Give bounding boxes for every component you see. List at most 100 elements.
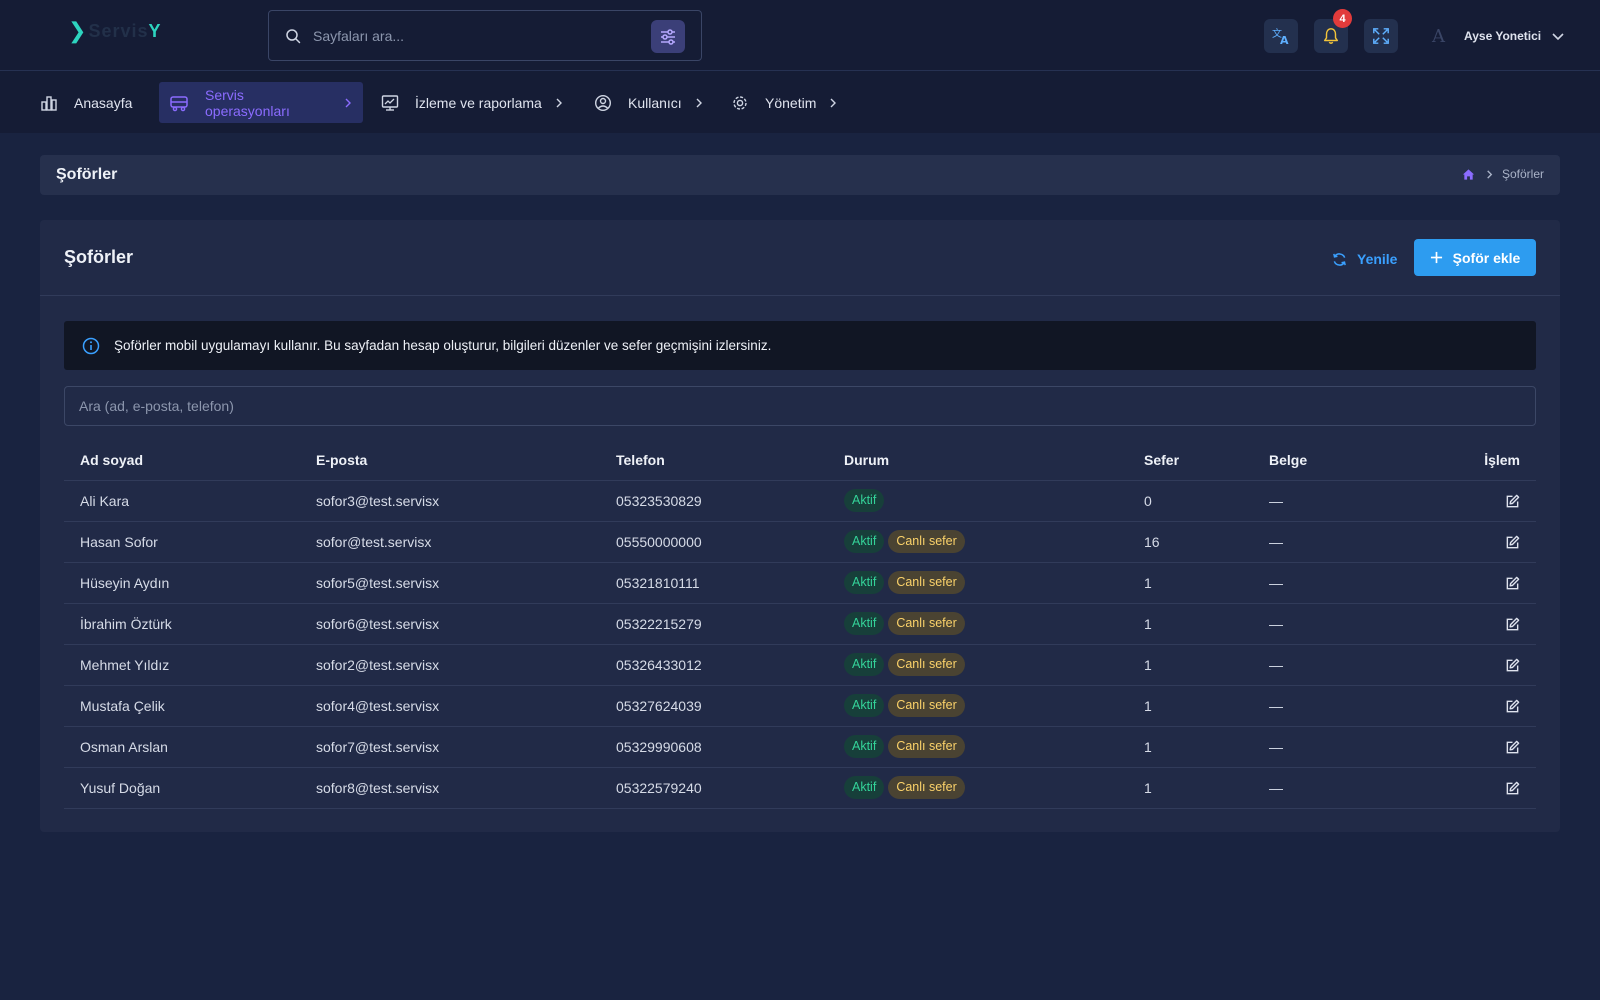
cell-trips: 1 (1128, 767, 1253, 809)
page-header: Şoförler Şoförler (40, 155, 1560, 195)
nav-label: Anasayfa (74, 94, 133, 111)
cell-email: sofor3@test.servisx (300, 480, 600, 522)
notifications-button[interactable]: 4 (1314, 9, 1352, 53)
cell-phone: 05322215279 (600, 603, 828, 645)
table-row[interactable]: Mustafa Çelik sofor4@test.servisx 05327624… (64, 685, 1536, 727)
gear-icon (733, 95, 747, 110)
info-text: Şoförler mobil uygulamayı kullanır. Bu s… (114, 338, 772, 353)
table-row[interactable]: Yusuf Doğan sofor8@test.servisx 0532257924… (64, 767, 1536, 809)
table-row[interactable]: Mehmet Yıldız sofor2@test.servisx 05326433… (64, 644, 1536, 686)
cell-name: Mustafa Çelik (64, 685, 300, 727)
cell-status: Aktif Canlı sefer (828, 726, 1128, 768)
global-search-input[interactable] (313, 27, 633, 44)
edit-icon[interactable] (1505, 576, 1520, 591)
cell-action (1423, 603, 1536, 645)
table-row[interactable]: Ali Kara sofor3@test.servisx 05323530829 Ak… (64, 480, 1536, 522)
status-badge-active: Aktif (844, 653, 885, 676)
column-header-action: İşlem (1423, 440, 1536, 481)
bar-chart-icon (41, 95, 57, 111)
cell-email: sofor6@test.servisx (300, 603, 600, 645)
chevron-down-icon (1552, 33, 1564, 41)
translate-icon: 文 A (1272, 27, 1289, 46)
avatar: A (1432, 25, 1445, 47)
cell-document: — (1253, 480, 1423, 522)
edit-icon[interactable] (1505, 781, 1520, 796)
cell-email: sofor7@test.servisx (300, 726, 600, 768)
add-driver-button[interactable]: Şoför ekle (1414, 239, 1536, 276)
status-badge-active: Aktif (844, 530, 885, 553)
cell-name: Ali Kara (64, 480, 300, 522)
cell-document: — (1253, 562, 1423, 604)
cell-trips: 1 (1128, 644, 1253, 686)
chevron-right-icon (556, 98, 562, 107)
chevron-right-icon (830, 98, 837, 107)
cell-trips: 16 (1128, 521, 1253, 563)
cell-trips: 1 (1128, 685, 1253, 727)
cell-email: sofor8@test.servisx (300, 767, 600, 809)
status-badge-active: Aktif (844, 571, 885, 594)
cell-phone: 05322579240 (600, 767, 828, 809)
column-header-phone[interactable]: Telefon (600, 440, 828, 481)
cell-status: Aktif Canlı sefer (828, 767, 1128, 809)
app-logo[interactable]: ❯ Servis Y (68, 16, 188, 46)
language-button[interactable]: 文 A (1264, 19, 1298, 53)
cell-action (1423, 562, 1536, 604)
cell-action (1423, 521, 1536, 563)
nav-item-home[interactable]: Anasayfa (30, 82, 142, 123)
chevron-right-icon (345, 98, 351, 107)
edit-icon[interactable] (1505, 494, 1520, 509)
table-row[interactable]: Hasan Sofor sofor@test.servisx 05550000000… (64, 521, 1536, 563)
table-search (64, 386, 1536, 426)
home-icon[interactable] (1462, 168, 1475, 181)
table-row[interactable]: İbrahim Öztürk sofor6@test.servisx 0532221… (64, 603, 1536, 645)
status-badge-live-trip: Canlı sefer (888, 612, 965, 635)
cell-email: sofor4@test.servisx (300, 685, 600, 727)
search-filter-button[interactable] (651, 20, 685, 53)
column-header-status[interactable]: Durum (828, 440, 1128, 481)
bus-icon (170, 95, 188, 111)
cell-phone: 05550000000 (600, 521, 828, 563)
edit-icon[interactable] (1505, 740, 1520, 755)
cell-trips: 0 (1128, 480, 1253, 522)
column-header-document[interactable]: Belge (1253, 440, 1423, 481)
status-badge-active: Aktif (844, 694, 885, 717)
info-icon (82, 337, 100, 354)
nav-item-service-operations[interactable]: Servis operasyonları (159, 82, 363, 123)
cell-name: İbrahim Öztürk (64, 603, 300, 645)
user-circle-icon (594, 94, 612, 111)
cell-action (1423, 644, 1536, 686)
cell-status: Aktif Canlı sefer (828, 521, 1128, 563)
edit-icon[interactable] (1505, 658, 1520, 673)
nav-item-management[interactable]: Yönetim (721, 82, 848, 123)
column-header-email[interactable]: E-posta (300, 440, 600, 481)
svg-text:A: A (1280, 34, 1289, 46)
refresh-button[interactable]: Yenile (1332, 244, 1397, 274)
table-row[interactable]: Hüseyin Aydın sofor5@test.servisx 05321810… (64, 562, 1536, 604)
cell-document: — (1253, 644, 1423, 686)
nav-item-monitoring[interactable]: İzleme ve raporlama (371, 82, 574, 123)
notification-count-badge: 4 (1333, 9, 1352, 28)
status-badge-live-trip: Canlı sefer (888, 735, 965, 758)
sliders-icon (661, 28, 675, 45)
search-icon (286, 28, 301, 43)
card-title: Şoförler (64, 247, 134, 267)
fullscreen-button[interactable] (1364, 19, 1398, 53)
edit-icon[interactable] (1505, 535, 1520, 550)
edit-icon[interactable] (1505, 699, 1520, 714)
column-header-name[interactable]: Ad soyad (64, 440, 300, 481)
driver-search-input[interactable] (79, 398, 1479, 414)
cell-trips: 1 (1128, 562, 1253, 604)
info-alert: Şoförler mobil uygulamayı kullanır. Bu s… (64, 321, 1536, 370)
column-header-trips[interactable]: Sefer (1128, 440, 1253, 481)
cell-status: Aktif Canlı sefer (828, 562, 1128, 604)
user-menu[interactable]: A Ayse Yonetici (1432, 25, 1565, 47)
nav-label: İzleme ve raporlama (415, 94, 542, 111)
nav-item-user[interactable]: Kullanıcı (584, 82, 714, 123)
cell-document: — (1253, 767, 1423, 809)
global-search (268, 10, 702, 61)
breadcrumb: Şoförler (1462, 167, 1544, 181)
edit-icon[interactable] (1505, 617, 1520, 632)
table-row[interactable]: Osman Arslan sofor7@test.servisx 053299906… (64, 726, 1536, 768)
cell-phone: 05329990608 (600, 726, 828, 768)
cell-trips: 1 (1128, 603, 1253, 645)
